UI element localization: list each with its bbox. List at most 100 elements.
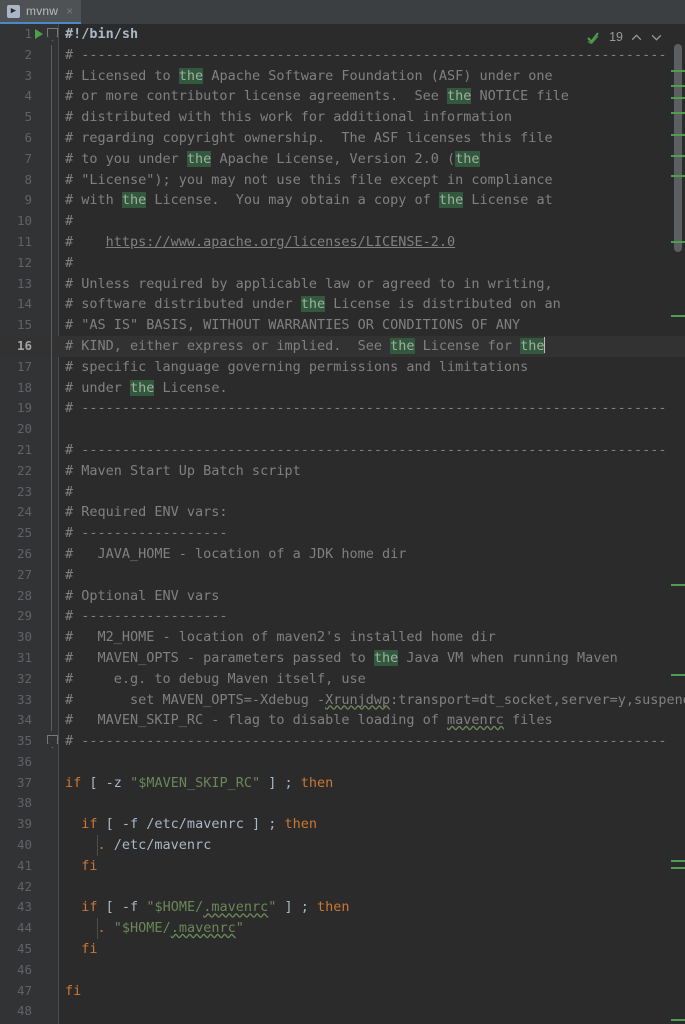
search-match-marker[interactable] (671, 584, 685, 586)
code-line[interactable]: 17 # specific language governing permissi… (0, 356, 685, 378)
code-text[interactable]: # e.g. to debug Maven itself, use (58, 669, 685, 690)
gutter-markers[interactable] (32, 752, 58, 773)
code-line[interactable]: 20 (0, 419, 685, 440)
gutter-markers[interactable] (32, 252, 58, 274)
editor-scrollbar-track[interactable] (671, 24, 685, 1024)
gutter-markers[interactable] (32, 523, 58, 544)
code-line[interactable]: 15 # "AS IS" BASIS, WITHOUT WARRANTIES OR… (0, 315, 685, 336)
code-text[interactable]: # to you under the Apache License, Versi… (58, 149, 685, 170)
code-line[interactable]: 35 # ------------------------------------… (0, 731, 685, 752)
code-line[interactable]: 45 fi (0, 939, 685, 960)
gutter-markers[interactable] (32, 627, 58, 648)
code-line[interactable]: 1 #!/bin/sh (0, 24, 685, 45)
gutter-markers[interactable] (32, 44, 58, 66)
inspection-widget[interactable]: 19 (587, 30, 663, 44)
code-line[interactable]: 10 # (0, 211, 685, 232)
gutter-markers[interactable] (32, 294, 58, 316)
code-line[interactable]: 23 # (0, 481, 685, 503)
search-match-marker[interactable] (671, 241, 685, 243)
chevron-up-icon[interactable] (630, 31, 643, 44)
code-line[interactable]: 25 # ------------------ (0, 523, 685, 544)
code-text[interactable]: if [ -f /etc/mavenrc ] ; then (58, 814, 685, 835)
search-match-marker[interactable] (671, 85, 685, 87)
search-match-marker[interactable] (671, 175, 685, 177)
code-text[interactable]: # with the License. You may obtain a cop… (58, 190, 685, 211)
code-text[interactable]: # (58, 211, 685, 232)
code-line[interactable]: 2 # -------------------------------------… (0, 44, 685, 66)
gutter-markers[interactable] (32, 356, 58, 378)
gutter-markers[interactable] (32, 585, 58, 607)
code-line[interactable]: 14 # software distributed under the Licen… (0, 294, 685, 316)
code-line[interactable]: 36 (0, 752, 685, 773)
close-icon[interactable]: × (64, 5, 73, 17)
code-line[interactable]: 37 if [ -z "$MAVEN_SKIP_RC" ] ; then (0, 773, 685, 794)
code-line[interactable]: 24 # Required ENV vars: (0, 502, 685, 524)
code-line[interactable]: 4 # or more contributor license agreement… (0, 86, 685, 108)
code-line[interactable]: 29 # ------------------ (0, 606, 685, 628)
search-match-marker[interactable] (671, 867, 685, 869)
chevron-down-icon[interactable] (650, 31, 663, 44)
search-match-marker[interactable] (671, 1019, 685, 1021)
search-match-marker[interactable] (671, 860, 685, 862)
fold-collapse-icon[interactable] (47, 735, 58, 747)
code-line[interactable]: 31 # MAVEN_OPTS - parameters passed to th… (0, 647, 685, 669)
search-match-marker[interactable] (671, 70, 685, 72)
code-text[interactable]: # (58, 565, 685, 586)
code-line[interactable]: 27 # (0, 564, 685, 586)
code-line[interactable]: 7 # to you under the Apache License, Vers… (0, 148, 685, 170)
code-line[interactable]: 41 fi (0, 856, 685, 877)
gutter-markers[interactable] (32, 710, 58, 732)
gutter-markers[interactable] (32, 439, 58, 461)
gutter-markers[interactable] (32, 481, 58, 503)
code-line[interactable]: 22 # Maven Start Up Batch script (0, 460, 685, 482)
gutter-markers[interactable] (32, 398, 58, 420)
code-text[interactable]: . "$HOME/.mavenrc" (58, 918, 685, 940)
gutter-markers[interactable] (32, 668, 58, 690)
search-match-marker[interactable] (671, 155, 685, 157)
code-line[interactable]: 12 # (0, 252, 685, 274)
gutter-markers[interactable] (32, 897, 58, 918)
code-text[interactable]: # software distributed under the License… (58, 294, 685, 315)
gutter-markers[interactable] (32, 981, 58, 1002)
gutter-markers[interactable] (32, 543, 58, 565)
code-text[interactable]: # "AS IS" BASIS, WITHOUT WARRANTIES OR C… (58, 315, 685, 336)
tab-mvnw[interactable]: ▶ mvnw × (0, 0, 82, 24)
gutter-markers[interactable] (32, 731, 58, 752)
code-line[interactable]: 42 (0, 877, 685, 898)
code-line[interactable]: 28 # Optional ENV vars (0, 585, 685, 607)
code-text[interactable]: # specific language governing permission… (58, 357, 685, 378)
code-text[interactable]: # Unless required by applicable law or a… (58, 274, 685, 295)
gutter-markers[interactable] (32, 564, 58, 586)
code-text[interactable]: # (58, 482, 685, 503)
code-text[interactable]: fi (58, 856, 685, 877)
code-text[interactable]: # regarding copyright ownership. The ASF… (58, 128, 685, 149)
gutter-markers[interactable] (32, 335, 58, 357)
run-script-icon[interactable] (35, 29, 43, 39)
code-text[interactable]: # https://www.apache.org/licenses/LICENS… (58, 232, 685, 253)
code-line[interactable]: 16 # KIND, either express or implied. See… (0, 335, 685, 357)
code-text[interactable]: # JAVA_HOME - location of a JDK home dir (58, 544, 685, 565)
gutter-markers[interactable] (32, 86, 58, 108)
gutter-markers[interactable] (32, 606, 58, 628)
code-text[interactable]: # (58, 253, 685, 274)
code-line[interactable]: 8 # "License"); you may not use this file… (0, 169, 685, 191)
gutter-markers[interactable] (32, 460, 58, 482)
gutter-markers[interactable] (32, 877, 58, 898)
gutter-markers[interactable] (32, 190, 58, 212)
code-text[interactable]: fi (58, 981, 685, 1002)
gutter-markers[interactable] (32, 419, 58, 440)
code-line[interactable]: 47 fi (0, 981, 685, 1002)
code-line[interactable]: 39 if [ -f /etc/mavenrc ] ; then (0, 814, 685, 835)
gutter-markers[interactable] (32, 939, 58, 960)
code-text[interactable]: # Optional ENV vars (58, 586, 685, 607)
code-line[interactable]: 3 # Licensed to the Apache Software Found… (0, 65, 685, 87)
code-line[interactable]: 34 # MAVEN_SKIP_RC - flag to disable load… (0, 710, 685, 732)
code-line[interactable]: 32 # e.g. to debug Maven itself, use (0, 668, 685, 690)
gutter-markers[interactable] (32, 65, 58, 87)
code-text[interactable]: # "License"); you may not use this file … (58, 170, 685, 191)
code-text[interactable]: # M2_HOME - location of maven2's install… (58, 627, 685, 648)
code-text[interactable]: # MAVEN_OPTS - parameters passed to the … (58, 648, 685, 669)
code-text[interactable]: # MAVEN_SKIP_RC - flag to disable loadin… (58, 710, 685, 731)
code-line[interactable]: 38 (0, 793, 685, 814)
code-line[interactable]: 48 (0, 1001, 685, 1022)
